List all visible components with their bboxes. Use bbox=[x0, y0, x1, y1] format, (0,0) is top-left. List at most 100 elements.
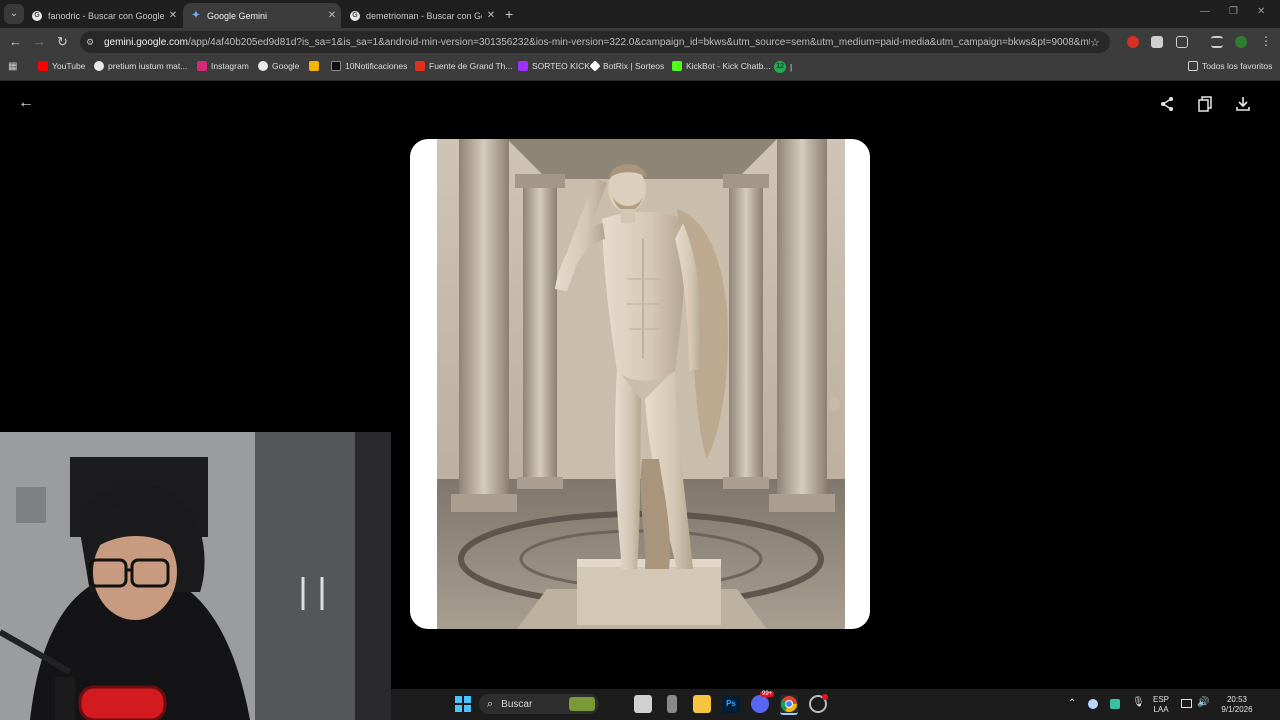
tab-search-button[interactable]: ⌄ bbox=[4, 4, 24, 24]
extensions-puzzle-icon[interactable] bbox=[1176, 36, 1188, 48]
badge-icon: 12 bbox=[774, 61, 786, 73]
file-explorer-icon[interactable] bbox=[693, 695, 711, 713]
address-bar[interactable]: ⚙ gemini.google.com/app/4af40b205ed9d81d… bbox=[80, 31, 1110, 53]
network-icon[interactable] bbox=[1181, 699, 1192, 708]
bookmark-label: Google bbox=[272, 61, 300, 71]
obs-icon[interactable] bbox=[809, 694, 828, 713]
minimize-icon[interactable]: — bbox=[1200, 6, 1210, 17]
bookmark-pretium[interactable]: pretium iustum mat... bbox=[94, 61, 187, 71]
folder-icon bbox=[1188, 61, 1198, 71]
pinwheel-icon bbox=[309, 61, 319, 71]
photoshop-icon[interactable]: Ps bbox=[722, 695, 740, 713]
share-icon[interactable] bbox=[1159, 96, 1175, 115]
clock-date: 9/1/2026 bbox=[1221, 705, 1253, 714]
youtube-icon bbox=[38, 61, 48, 71]
google-icon: G bbox=[350, 10, 360, 21]
onedrive-icon[interactable] bbox=[1088, 699, 1098, 709]
back-arrow-icon[interactable]: ← bbox=[18, 94, 34, 112]
close-icon[interactable]: ✕ bbox=[323, 10, 341, 21]
language-top: ESP bbox=[1153, 695, 1170, 704]
url-text[interactable]: gemini.google.com/app/4af40b205ed9d81d?i… bbox=[104, 37, 1090, 48]
microphone-icon[interactable]: 🎙 bbox=[1132, 698, 1145, 708]
botrix-icon bbox=[589, 60, 601, 72]
copy-icon[interactable] bbox=[1197, 96, 1213, 115]
bookmark-10notificaciones[interactable]: 10Notificaciones bbox=[331, 61, 407, 71]
tab-google-gemini[interactable]: ✦ Google Gemini ✕ bbox=[183, 3, 341, 28]
notification-badge: 99+ bbox=[760, 691, 775, 697]
bookmark-label: Fuente de Grand Th... bbox=[429, 61, 513, 71]
site-info-icon[interactable]: ⚙ bbox=[86, 37, 100, 48]
download-icon[interactable] bbox=[1235, 96, 1251, 115]
kickbot-icon bbox=[672, 61, 682, 71]
volume-icon[interactable]: 🔊 bbox=[1197, 698, 1209, 708]
maximize-icon[interactable]: ❐ bbox=[1229, 6, 1238, 17]
close-icon[interactable]: ✕ bbox=[164, 10, 182, 21]
instagram-icon bbox=[197, 61, 207, 71]
apps-grid-icon[interactable]: ▦ bbox=[8, 61, 17, 72]
tab-label: fanodric - Buscar con Google bbox=[48, 10, 164, 21]
gemini-icon: ✦ bbox=[191, 10, 201, 21]
browser-toolbar: ← → ↻ ⚙ gemini.google.com/app/4af40b205e… bbox=[0, 28, 1280, 56]
kick-icon bbox=[518, 61, 528, 71]
bookmark-label: pretium iustum mat... bbox=[108, 61, 188, 71]
extension-red-icon[interactable] bbox=[1127, 36, 1139, 48]
bookmark-label: | bbox=[790, 62, 793, 72]
tab-fanodric[interactable]: G fanodric - Buscar con Google ✕ bbox=[24, 3, 182, 28]
window-close-icon[interactable]: ✕ bbox=[1257, 6, 1265, 17]
security-icon[interactable] bbox=[1110, 699, 1120, 709]
app-icon[interactable] bbox=[667, 695, 677, 713]
search-highlight-icon bbox=[569, 697, 595, 711]
new-tab-button[interactable]: + bbox=[505, 6, 513, 22]
tab-label: demetrioman - Buscar con Goo bbox=[366, 10, 482, 21]
discord-icon[interactable]: 99+ bbox=[751, 691, 775, 713]
clock[interactable]: 20:53 9/1/2026 bbox=[1217, 695, 1257, 715]
language-bottom: LAA bbox=[1153, 705, 1169, 714]
extension-card-icon[interactable] bbox=[1151, 36, 1163, 48]
font-icon bbox=[415, 61, 425, 71]
clock-time: 20:53 bbox=[1226, 695, 1248, 704]
bookmark-google[interactable]: Google bbox=[258, 61, 299, 71]
reload-icon[interactable]: ↻ bbox=[57, 34, 68, 50]
bookmark-star-icon[interactable]: ☆ bbox=[1090, 36, 1110, 49]
google-icon bbox=[258, 61, 268, 71]
search-placeholder: Buscar bbox=[501, 698, 533, 710]
language-indicator[interactable]: ESP LAA bbox=[1153, 695, 1169, 715]
tab-demetrioman[interactable]: G demetrioman - Buscar con Goo ✕ bbox=[342, 3, 500, 28]
generated-image-frame[interactable] bbox=[410, 139, 870, 629]
bookmark-label: Instagram bbox=[211, 61, 249, 71]
bookmark-youtube[interactable]: YouTube bbox=[38, 61, 85, 71]
forward-icon[interactable]: → bbox=[33, 34, 46, 49]
recording-dot-icon bbox=[822, 694, 828, 700]
chevron-up-icon[interactable]: ⌃ bbox=[1068, 699, 1076, 709]
bookmark-pinwheel[interactable] bbox=[309, 61, 323, 71]
tab-label: Google Gemini bbox=[207, 10, 268, 21]
windows-start-icon[interactable] bbox=[454, 695, 472, 713]
bookmark-botrix[interactable]: BotRix | Sorteos bbox=[589, 60, 665, 72]
webcam-overlay bbox=[0, 432, 391, 720]
profile-avatar[interactable] bbox=[1235, 36, 1247, 48]
bookmark-label: 10Notificaciones bbox=[345, 61, 408, 71]
windows-taskbar: ⌕ Buscar Ps 99+ ⌃ 🎙 ESP LAA 🔊 20:53 9/1/… bbox=[391, 689, 1280, 720]
bookmark-label: Todos los favoritos bbox=[1202, 61, 1273, 71]
bookmark-label: KickBot - Kick Chatb... bbox=[686, 61, 771, 71]
task-view-icon[interactable] bbox=[634, 695, 652, 713]
all-bookmarks-folder[interactable]: Todos los favoritos bbox=[1188, 61, 1272, 71]
bookmarks-bar: ▦ YouTube pretium iustum mat... Instagra… bbox=[0, 56, 1280, 81]
bookmark-grand-theft[interactable]: Fuente de Grand Th... bbox=[415, 61, 512, 71]
taskbar-search-box[interactable]: ⌕ Buscar bbox=[479, 694, 599, 714]
chrome-taskbar-icon[interactable] bbox=[780, 695, 798, 715]
bookmark-badge[interactable]: 12 | bbox=[774, 61, 792, 73]
bookmark-label: BotRix | Sorteos bbox=[603, 61, 665, 71]
streamer-webcam-image bbox=[0, 432, 391, 720]
back-icon[interactable]: ← bbox=[9, 34, 22, 49]
close-icon[interactable]: ✕ bbox=[482, 10, 500, 21]
search-icon: ⌕ bbox=[487, 697, 494, 710]
google-icon bbox=[94, 61, 104, 71]
bookmark-instagram[interactable]: Instagram bbox=[197, 61, 249, 71]
bookmark-kickbot[interactable]: KickBot - Kick Chatb... bbox=[672, 61, 771, 71]
menu-kebab-icon[interactable]: ⋮ bbox=[1260, 34, 1272, 48]
x-icon bbox=[331, 61, 341, 71]
media-control-icon[interactable] bbox=[1211, 36, 1223, 48]
google-icon: G bbox=[32, 10, 42, 21]
bookmark-sorteo-kick[interactable]: SORTEO KICK bbox=[518, 61, 590, 71]
